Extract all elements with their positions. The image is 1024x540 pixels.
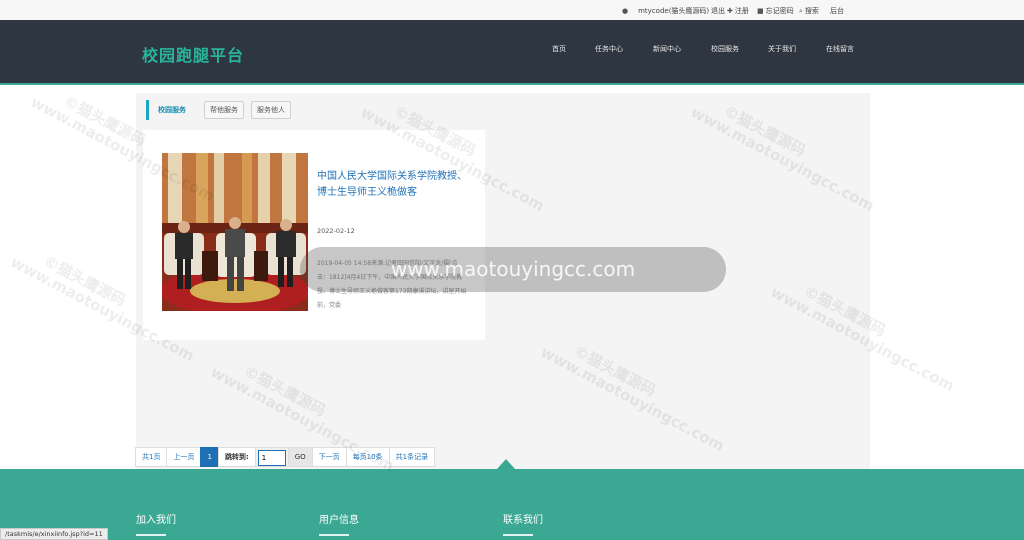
jump-page-input[interactable] [257, 450, 286, 466]
register-link[interactable]: ✚ 注册 [727, 6, 749, 16]
site-header: 校园跑腿平台 首页 任务中心 新闻中心 校园服务 关于我们 在线留言 [0, 20, 1024, 85]
logout-link[interactable]: 退出 [711, 6, 725, 16]
username: mtycode(猫头鹰源码) [638, 7, 710, 15]
watermark-toast: www.maotouyingcc.com [300, 247, 726, 292]
tab-help-service[interactable]: 帮他服务 [204, 101, 244, 119]
footer-divider [503, 534, 533, 540]
section-accent-bar [146, 100, 149, 120]
section-header: 校园服务 帮他服务 服务他人 [146, 99, 298, 121]
page-count: 共1页 [135, 447, 168, 467]
watermark-text: ©猫头鹰源码 [40, 251, 129, 311]
top-bar: ● mtycode(猫头鹰源码) 退出 ✚ 注册 ■ 忘记密码 ⌕ 搜索 后台 [0, 0, 1024, 20]
article-photo[interactable] [162, 153, 308, 311]
add-user-icon: ✚ [727, 7, 733, 15]
nav-campus-service[interactable]: 校园服务 [711, 44, 739, 54]
footer-divider [136, 534, 166, 540]
user-icon: ● [622, 7, 629, 15]
current-page-button[interactable]: 1 [200, 447, 219, 467]
section-title: 校园服务 [158, 106, 186, 114]
article-photo-image [162, 153, 308, 311]
lock-icon: ■ [757, 7, 764, 15]
go-button[interactable]: GO [287, 447, 313, 467]
footer-user-info: 用户信息 [319, 515, 359, 526]
next-page-button[interactable]: 下一页 [311, 447, 347, 467]
forgot-password-link[interactable]: ■ 忘记密码 [757, 6, 794, 16]
admin-link[interactable]: 后台 [830, 6, 844, 16]
article-card[interactable]: 中国人民大学国际关系学院教授、博士生导师王义桅做客 2022-02-12 201… [143, 130, 485, 340]
nav-task-center[interactable]: 任务中心 [595, 44, 623, 54]
total-records: 共1条记录 [388, 447, 436, 467]
register-label: 注册 [734, 7, 749, 15]
nav-about-us[interactable]: 关于我们 [768, 44, 796, 54]
forgot-label: 忘记密码 [765, 7, 794, 15]
footer-contact-us: 联系我们 [503, 515, 543, 526]
search-link[interactable]: ⌕ 搜索 [799, 6, 819, 16]
footer-join-us: 加入我们 [136, 515, 176, 526]
nav-news-center[interactable]: 新闻中心 [653, 44, 681, 54]
status-bar-url: /taskmis/e/xinxiinfo.jsp?id=11 [0, 528, 108, 540]
article-title[interactable]: 中国人民大学国际关系学院教授、博士生导师王义桅做客 [317, 169, 472, 201]
tab-serve-others[interactable]: 服务他人 [251, 101, 291, 119]
footer-divider [319, 534, 349, 540]
jump-input-wrap [254, 447, 289, 467]
article-date: 2022-02-12 [317, 227, 355, 235]
footer-caret [497, 459, 515, 469]
site-logo[interactable]: 校园跑腿平台 [142, 42, 244, 66]
pagination: 共1页 上一页 1 跳转到: GO 下一页 每页10条 共1条记录 [135, 447, 436, 467]
nav-message-board[interactable]: 在线留言 [826, 44, 854, 54]
user-link[interactable]: ● mtycode(猫头鹰源码) [622, 6, 709, 16]
site-footer: 加入我们 用户信息 联系我们 [0, 459, 1024, 540]
nav-home[interactable]: 首页 [552, 44, 566, 54]
jump-to-label: 跳转到: [217, 447, 256, 467]
prev-page-button[interactable]: 上一页 [166, 447, 202, 467]
search-icon: ⌕ [799, 6, 803, 15]
per-page-count: 每页10条 [345, 447, 390, 467]
search-label: 搜索 [804, 7, 819, 15]
